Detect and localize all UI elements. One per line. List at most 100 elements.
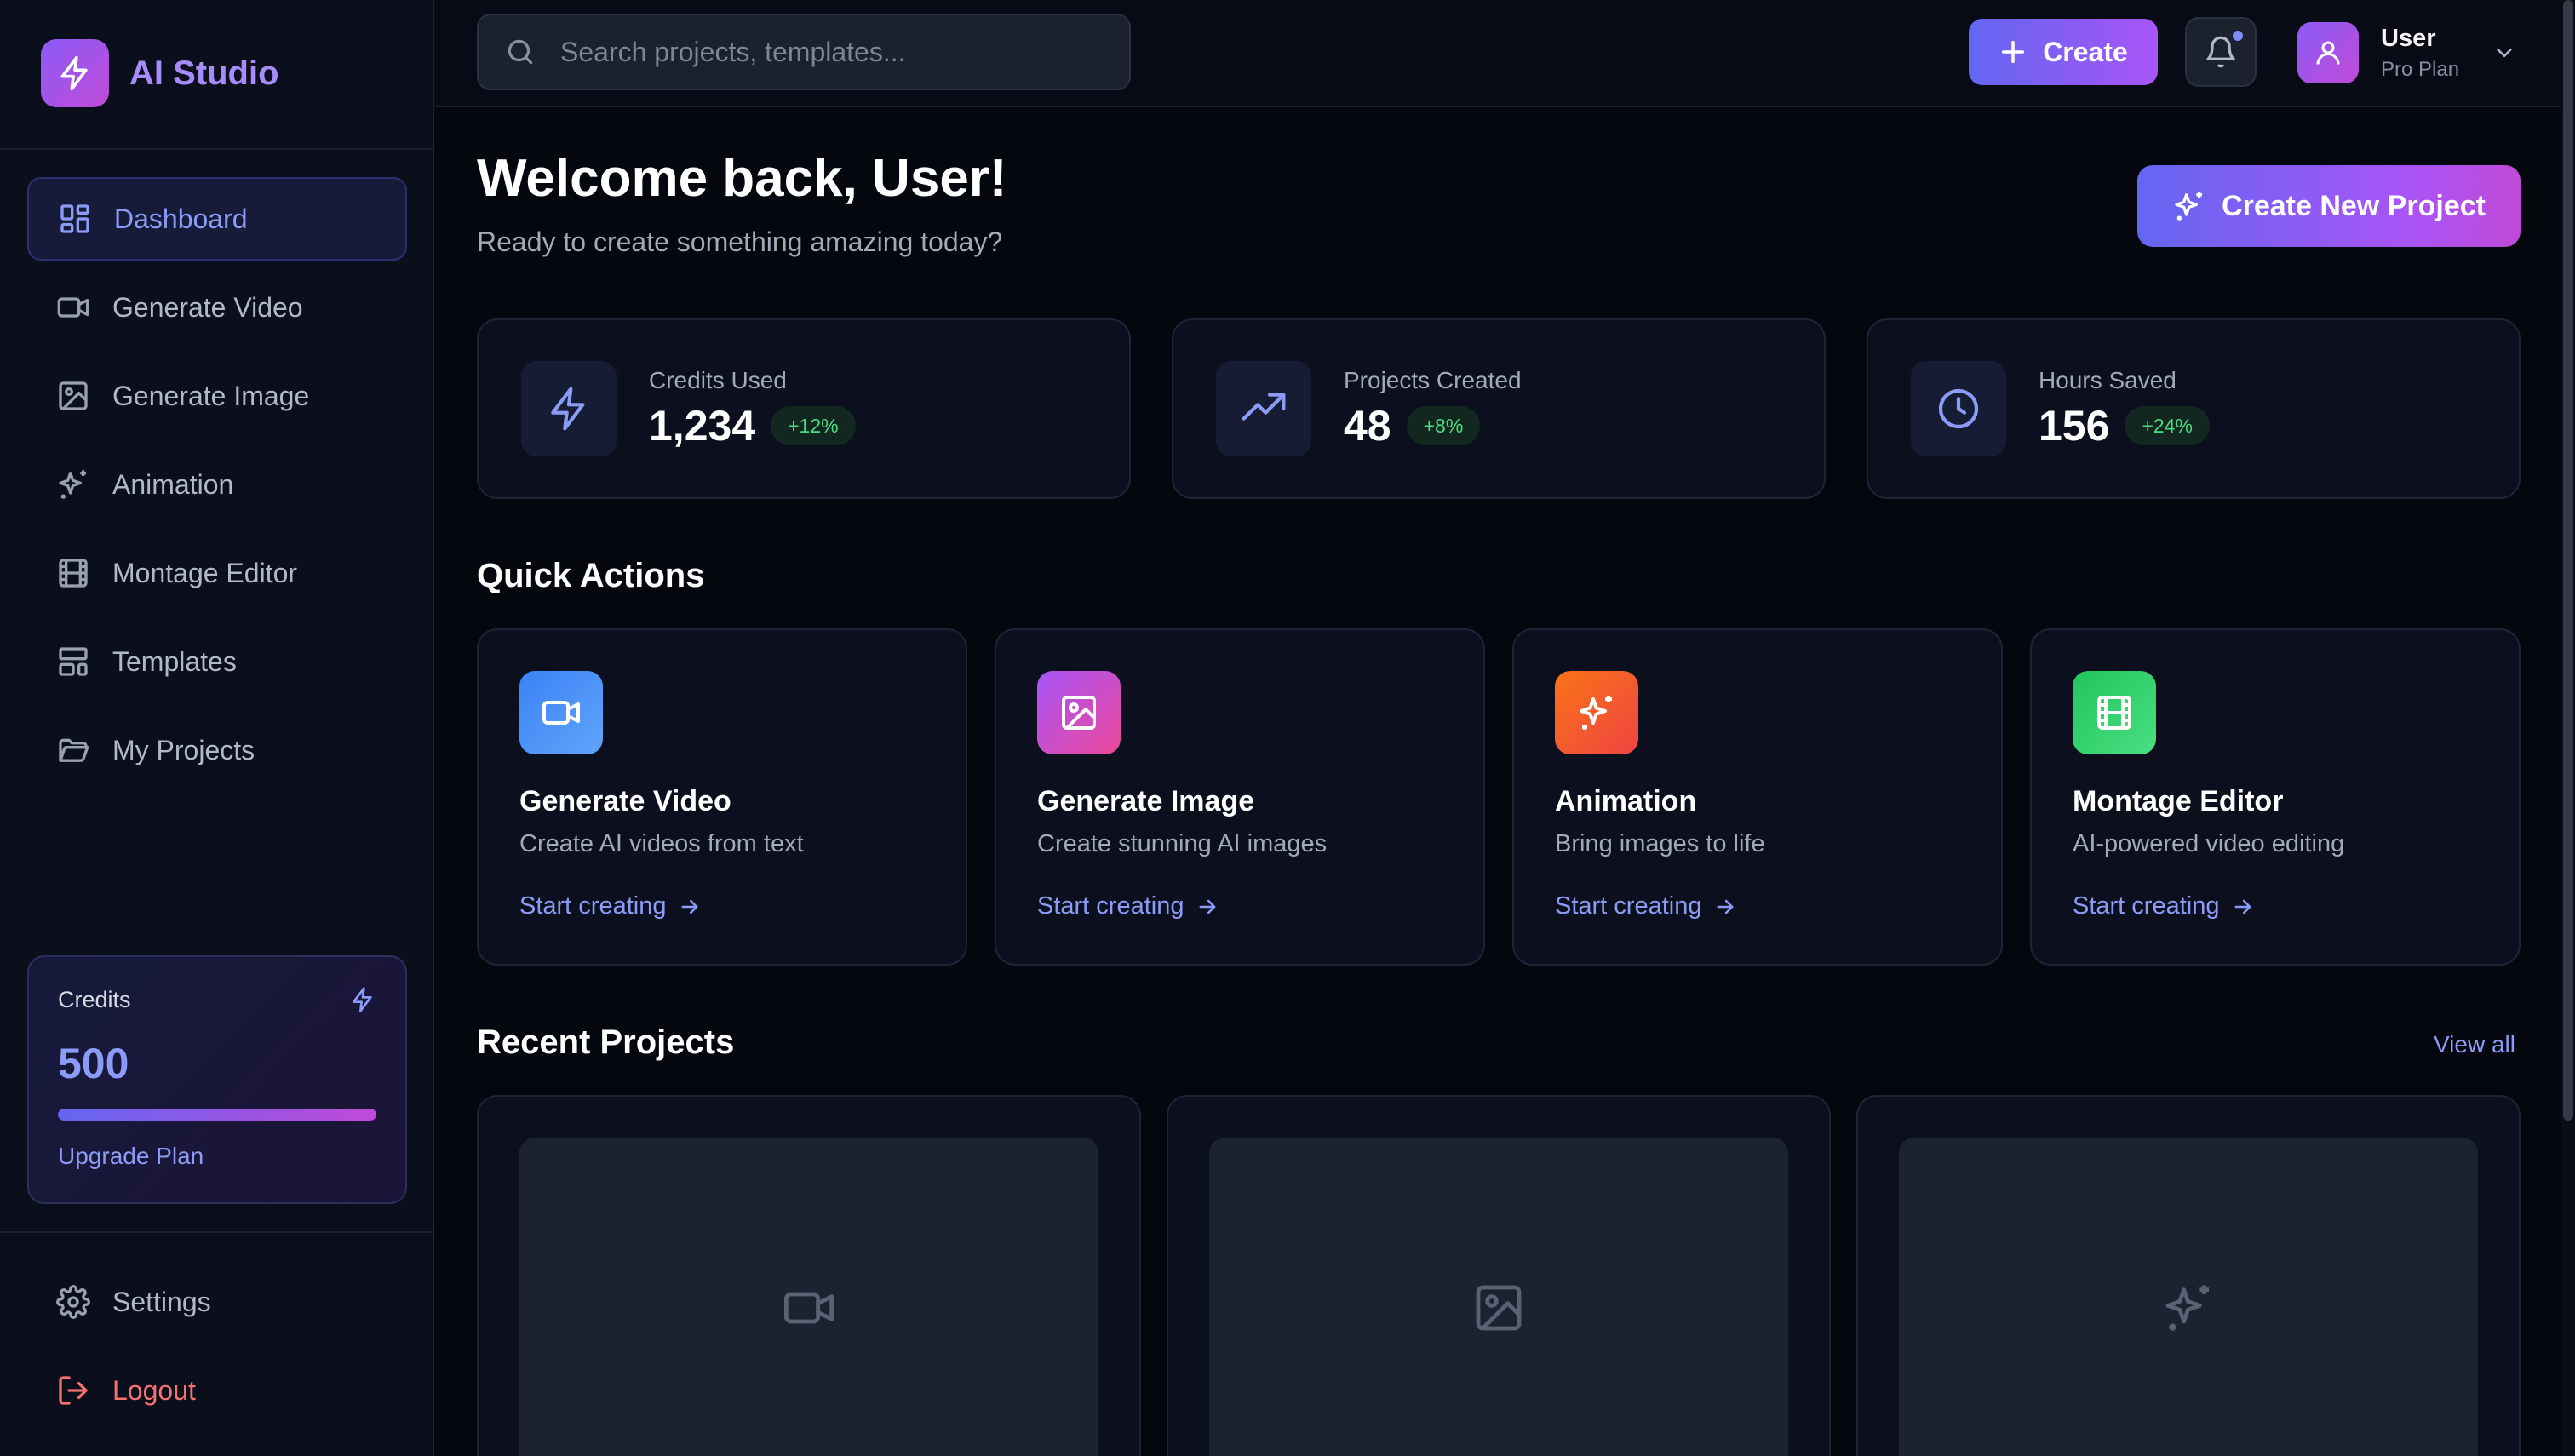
sidebar-item-montage-editor[interactable]: Montage Editor [27,531,407,615]
templates-icon [56,645,90,679]
create-button[interactable]: Create [1969,19,2158,85]
start-creating-link[interactable]: Start creating [1555,892,1960,920]
notifications-button[interactable] [2185,17,2257,87]
sidebar-item-generate-image[interactable]: Generate Image [27,354,407,438]
quick-action-desc: AI-powered video editing [2073,830,2345,857]
divider [0,1231,433,1233]
quick-actions-title: Quick Actions [477,557,705,594]
sidebar-item-label: Generate Video [112,291,303,323]
sidebar-item-generate-video[interactable]: Generate Video [27,266,407,349]
start-creating-link[interactable]: Start creating [1037,892,1442,920]
quick-action-title: Animation [1555,785,1697,817]
lightning-icon [41,39,109,107]
stat-card-hours-saved: Hours Saved 156 +24% [1867,318,2521,499]
image-icon [1037,671,1121,754]
quick-action-desc: Bring images to life [1555,830,1765,857]
stat-card-projects-created: Projects Created 48 +8% [1172,318,1826,499]
credits-value: 500 [58,1040,129,1087]
stat-value: 1,234 [649,402,756,450]
sidebar-item-label: My Projects [112,734,255,765]
sparkles-icon [56,467,90,502]
recent-projects-title: Recent Projects [477,1023,735,1061]
sidebar-item-label: Settings [112,1286,211,1317]
credits-progress [58,1109,376,1121]
sidebar-item-animation[interactable]: Animation [27,443,407,526]
credits-progress-fill [58,1109,376,1121]
chevron-down-icon [2492,40,2517,66]
search-box[interactable] [477,14,1131,90]
search-icon [504,36,536,68]
user-meta: User Pro Plan [2381,25,2459,82]
change-badge: +8% [1406,406,1481,445]
sidebar-bottom-nav: Settings Logout [27,1260,407,1437]
top-bar: Create User Pro Plan [434,0,2561,107]
change-badge: +24% [2125,406,2210,445]
recent-project-card[interactable] [1167,1095,1831,1456]
upgrade-plan-link[interactable]: Upgrade Plan [58,1143,376,1170]
user-menu[interactable]: User Pro Plan [2297,20,2517,85]
sidebar-item-logout[interactable]: Logout [27,1349,407,1432]
start-creating-label: Start creating [1037,892,1184,920]
start-creating-link[interactable]: Start creating [519,892,925,920]
recent-project-card[interactable] [477,1095,1141,1456]
sidebar-item-label: Logout [112,1374,196,1406]
app-logo[interactable]: AI Studio [41,39,279,107]
sparkles-icon [2161,1281,2216,1335]
stat-card-credits-used: Credits Used 1,234 +12% [477,318,1131,499]
film-icon [56,556,90,590]
quick-action-montage-editor[interactable]: Montage Editor AI-powered video editing … [2030,628,2521,966]
avatar [2297,22,2359,83]
search-input[interactable] [560,36,1105,68]
lightning-icon [349,986,376,1013]
sidebar-item-dashboard[interactable]: Dashboard [27,177,407,261]
create-new-project-button[interactable]: Create New Project [2137,165,2521,247]
sidebar: AI Studio Dashboard Generate Video Gener… [0,0,434,1456]
film-icon [2073,671,2156,754]
stat-value: 48 [1344,402,1391,450]
sidebar-item-label: Generate Image [112,380,310,411]
page-subtitle: Ready to create something amazing today? [477,226,1003,257]
clock-icon [1911,361,2006,456]
sparkles-icon [1555,671,1638,754]
quick-action-desc: Create AI videos from text [519,830,804,857]
app-name: AI Studio [129,54,279,92]
scrollbar-thumb[interactable] [2563,0,2573,1121]
stat-value: 156 [2039,402,2110,450]
quick-action-animation[interactable]: Animation Bring images to life Start cre… [1512,628,2003,966]
quick-action-title: Montage Editor [2073,785,2284,817]
arrow-right-icon [2231,895,2255,919]
gear-icon [56,1285,90,1319]
video-icon [782,1281,836,1335]
stat-label: Credits Used [649,367,787,393]
video-icon [519,671,603,754]
arrow-right-icon [1196,895,1219,919]
dashboard-icon [58,202,92,236]
start-creating-label: Start creating [519,892,667,920]
change-badge: +12% [771,406,856,445]
quick-action-generate-video[interactable]: Generate Video Create AI videos from tex… [477,628,967,966]
video-icon [56,290,90,324]
sidebar-item-templates[interactable]: Templates [27,620,407,703]
user-icon [2313,37,2343,68]
stats-row: Credits Used 1,234 +12% Projects Created… [477,318,2521,499]
notification-dot [2231,29,2245,43]
lightning-icon [521,361,617,456]
user-plan: Pro Plan [2381,57,2460,81]
quick-action-generate-image[interactable]: Generate Image Create stunning AI images… [995,628,1485,966]
recent-project-card[interactable] [1856,1095,2521,1456]
start-creating-link[interactable]: Start creating [2073,892,2478,920]
sidebar-item-label: Animation [112,468,234,500]
recent-projects-grid [477,1095,2521,1456]
quick-action-desc: Create stunning AI images [1037,830,1328,857]
image-icon [56,379,90,413]
create-button-label: Create [2043,36,2128,67]
credits-label: Credits [58,986,131,1012]
sidebar-item-my-projects[interactable]: My Projects [27,708,407,792]
sidebar-item-settings[interactable]: Settings [27,1260,407,1344]
view-all-link[interactable]: View all [2434,1031,2515,1058]
trending-up-icon [1216,361,1311,456]
image-icon [1471,1281,1526,1335]
user-name: User [2381,24,2436,52]
stat-label: Projects Created [1344,367,1522,393]
start-creating-label: Start creating [2073,892,2220,920]
